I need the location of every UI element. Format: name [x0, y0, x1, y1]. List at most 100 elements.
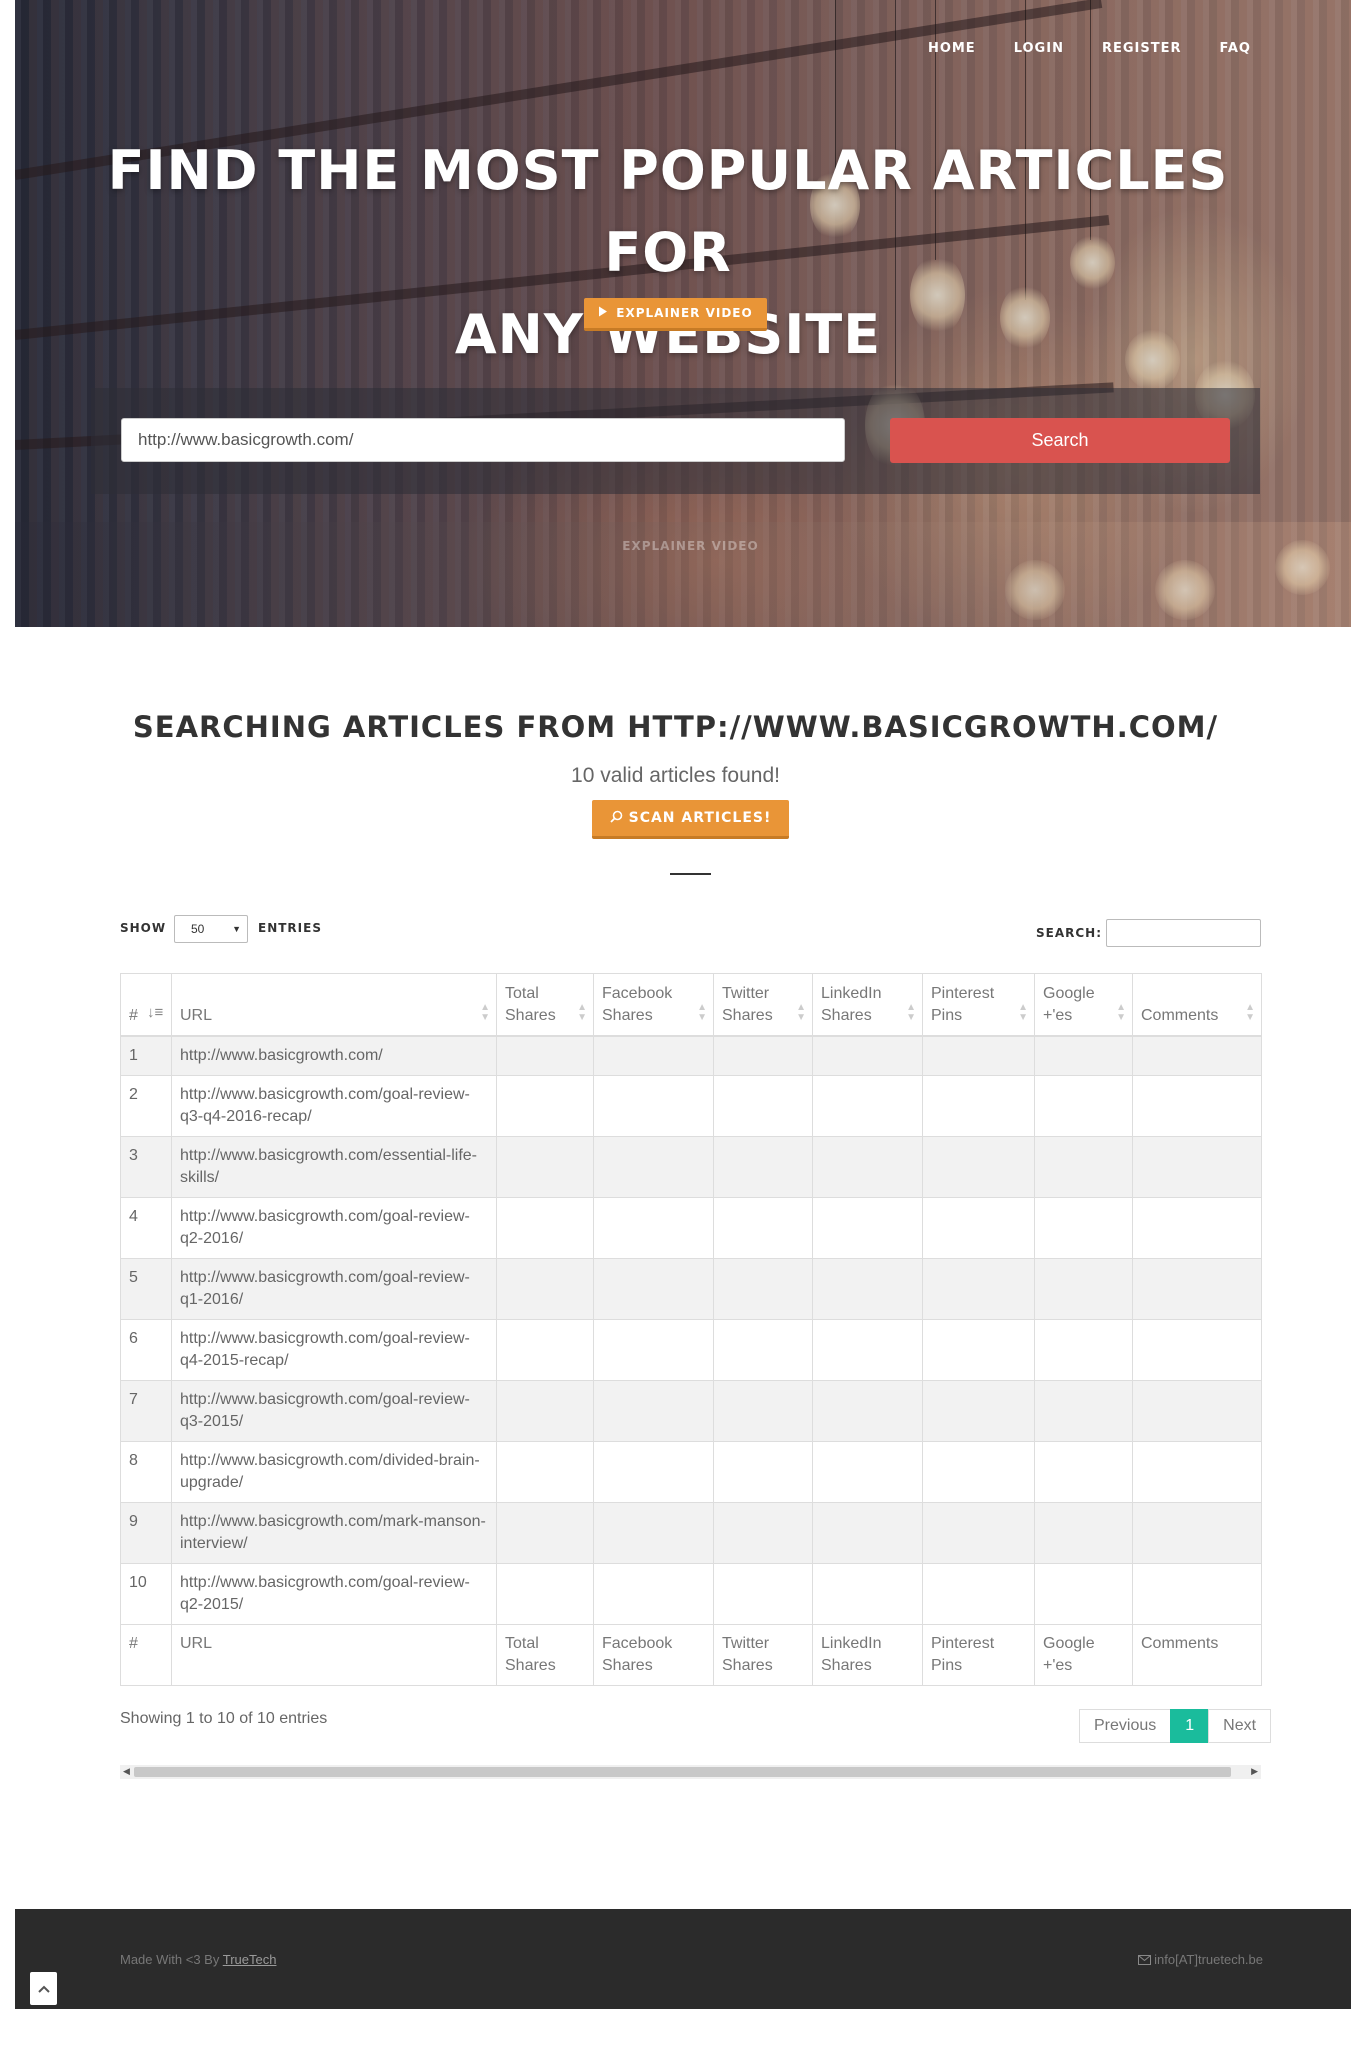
footer-col-num: # — [120, 1624, 172, 1686]
row-total-shares — [496, 1319, 594, 1381]
nav-register[interactable]: REGISTER — [1102, 41, 1182, 56]
footer-col-url: URL — [171, 1624, 497, 1686]
row-url: http://www.basicgrowth.com/goal-review-q… — [171, 1258, 497, 1320]
row-comments — [1132, 1035, 1262, 1076]
horizontal-scrollbar[interactable]: ◀ ▶ — [120, 1765, 1261, 1779]
explainer-video-button[interactable]: EXPLAINER VIDEO — [584, 298, 767, 331]
page-footer: Made With <3 By TrueTech info[AT]truetec… — [15, 1909, 1351, 2009]
column-header-google-plus[interactable]: Google +'es ▲ ▼ — [1034, 973, 1133, 1037]
footer-author-link[interactable]: TrueTech — [223, 1952, 277, 1967]
row-total-shares — [496, 1075, 594, 1137]
row-facebook-shares — [593, 1502, 714, 1564]
row-google-plus — [1034, 1197, 1133, 1259]
pagination-page-1[interactable]: 1 — [1170, 1709, 1210, 1743]
row-comments — [1132, 1136, 1262, 1198]
pagination: Previous 1 Next — [1079, 1709, 1272, 1743]
column-header-linkedin-shares[interactable]: LinkedIn Shares ▲ ▼ — [812, 973, 923, 1037]
main-nav: HOME LOGIN REGISTER FAQ — [928, 41, 1251, 56]
column-header-facebook-shares[interactable]: Facebook Shares ▲ ▼ — [593, 973, 714, 1037]
row-facebook-shares — [593, 1136, 714, 1198]
table-info: Showing 1 to 10 of 10 entries — [120, 1710, 328, 1727]
website-url-input[interactable] — [121, 418, 845, 462]
column-header-total-shares[interactable]: Total Shares ▲ ▼ — [496, 973, 594, 1037]
search-button[interactable]: Search — [890, 418, 1230, 463]
hero-title-line-1: FIND THE MOST POPULAR ARTICLES FOR — [107, 139, 1229, 284]
row-twitter-shares — [713, 1136, 813, 1198]
footer-email[interactable]: info[AT]truetech.be — [1154, 1952, 1263, 1967]
nav-login[interactable]: LOGIN — [1014, 41, 1064, 56]
table-search-input[interactable] — [1106, 919, 1261, 947]
row-url: http://www.basicgrowth.com/goal-review-q… — [171, 1380, 497, 1442]
pagination-previous[interactable]: Previous — [1079, 1709, 1172, 1743]
row-url: http://www.basicgrowth.com/goal-review-q… — [171, 1075, 497, 1137]
row-total-shares — [496, 1563, 594, 1625]
entries-label: ENTRIES — [258, 921, 322, 935]
row-linkedin-shares — [812, 1380, 923, 1442]
row-total-shares — [496, 1441, 594, 1503]
row-google-plus — [1034, 1075, 1133, 1137]
column-header-pinterest-pins[interactable]: Pinterest Pins ▲ ▼ — [922, 973, 1035, 1037]
row-twitter-shares — [713, 1563, 813, 1625]
row-linkedin-shares — [812, 1319, 923, 1381]
row-pinterest-pins — [922, 1136, 1035, 1198]
entries-length-select[interactable]: 50 ▼ — [174, 915, 248, 943]
scroll-left-icon[interactable]: ◀ — [123, 1766, 130, 1777]
play-icon — [598, 306, 608, 320]
scrollbar-thumb[interactable] — [134, 1767, 1231, 1777]
row-google-plus — [1034, 1441, 1133, 1503]
sort-icon: ▲ ▼ — [1245, 1002, 1255, 1023]
row-number: 10 — [120, 1563, 172, 1625]
explainer-video-label: EXPLAINER VIDEO — [616, 306, 753, 320]
table-row: 2 http://www.basicgrowth.com/goal-review-… — [120, 1075, 1262, 1137]
row-pinterest-pins — [922, 1035, 1035, 1076]
entries-length-value: 50 — [191, 922, 205, 936]
row-number: 9 — [120, 1502, 172, 1564]
row-linkedin-shares — [812, 1035, 923, 1076]
row-comments — [1132, 1380, 1262, 1442]
row-linkedin-shares — [812, 1441, 923, 1503]
row-total-shares — [496, 1035, 594, 1076]
row-twitter-shares — [713, 1197, 813, 1259]
results-title: SEARCHING ARTICLES FROM HTTP://WWW.BASIC… — [132, 710, 1219, 744]
row-total-shares — [496, 1258, 594, 1320]
scan-articles-button[interactable]: SCAN ARTICLES! — [592, 800, 789, 839]
row-facebook-shares — [593, 1441, 714, 1503]
hero-title: FIND THE MOST POPULAR ARTICLES FOR ANY W… — [100, 130, 1236, 376]
row-number: 4 — [120, 1197, 172, 1259]
sort-icon: ▲ ▼ — [577, 1002, 587, 1023]
scan-articles-label: SCAN ARTICLES! — [628, 810, 772, 826]
row-pinterest-pins — [922, 1319, 1035, 1381]
table-row: 6 http://www.basicgrowth.com/goal-review-… — [120, 1319, 1262, 1381]
articles-found-text: 10 valid articles found! — [571, 764, 780, 787]
column-header-comments[interactable]: Comments ▲ ▼ — [1132, 973, 1262, 1037]
row-linkedin-shares — [812, 1502, 923, 1564]
nav-home[interactable]: HOME — [928, 41, 976, 56]
row-google-plus — [1034, 1563, 1133, 1625]
footer-col-facebook-shares: Facebook Shares — [593, 1624, 714, 1686]
nav-faq[interactable]: FAQ — [1219, 41, 1251, 56]
footer-col-linkedin-shares: LinkedIn Shares — [812, 1624, 923, 1686]
table-row: 7 http://www.basicgrowth.com/goal-review-… — [120, 1380, 1262, 1442]
row-facebook-shares — [593, 1035, 714, 1076]
sort-icon: ▲ ▼ — [697, 1002, 707, 1023]
column-header-num[interactable]: # ↓≡ — [120, 973, 172, 1037]
pagination-next[interactable]: Next — [1208, 1709, 1272, 1743]
footer-made-with: Made With <3 By — [120, 1952, 223, 1967]
column-header-twitter-shares[interactable]: Twitter Shares ▲ ▼ — [713, 973, 813, 1037]
row-url: http://www.basicgrowth.com/goal-review-q… — [171, 1319, 497, 1381]
chevron-up-icon — [37, 1980, 50, 1996]
row-facebook-shares — [593, 1075, 714, 1137]
scroll-right-icon[interactable]: ▶ — [1251, 1766, 1258, 1777]
explainer-video-ghost: EXPLAINER VIDEO — [622, 539, 759, 553]
row-linkedin-shares — [812, 1075, 923, 1137]
row-linkedin-shares — [812, 1258, 923, 1320]
row-url: http://www.basicgrowth.com/divided-brain… — [171, 1441, 497, 1503]
row-facebook-shares — [593, 1319, 714, 1381]
row-linkedin-shares — [812, 1136, 923, 1198]
row-twitter-shares — [713, 1441, 813, 1503]
row-total-shares — [496, 1502, 594, 1564]
row-number: 7 — [120, 1380, 172, 1442]
back-to-top-button[interactable] — [30, 1972, 57, 2005]
row-twitter-shares — [713, 1380, 813, 1442]
column-header-url[interactable]: URL ▲ ▼ — [171, 973, 497, 1037]
